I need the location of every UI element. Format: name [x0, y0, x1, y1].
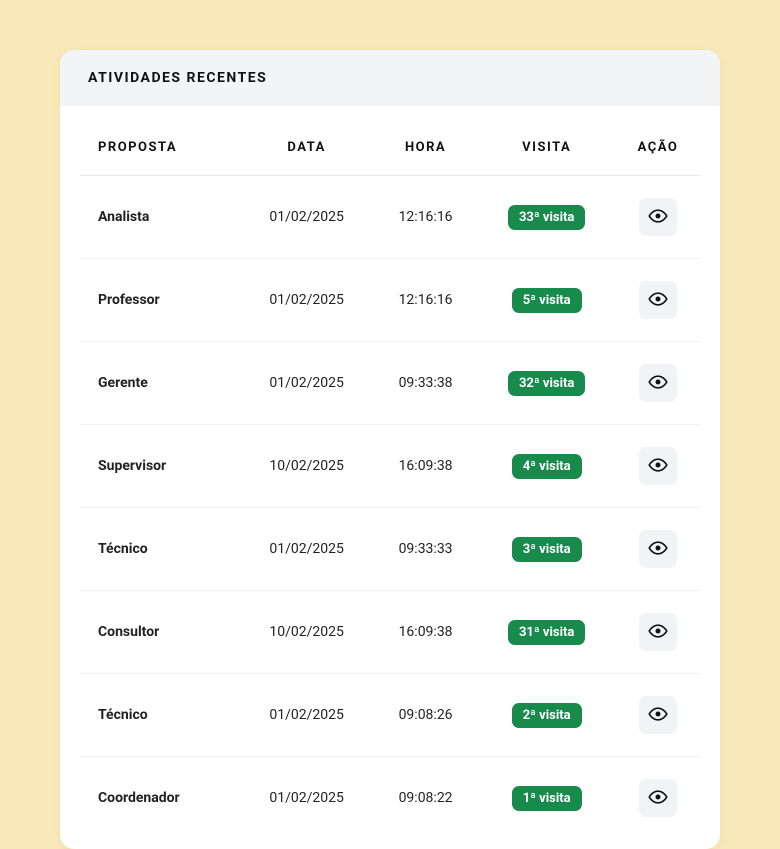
cell-acao	[616, 757, 700, 840]
visit-badge: 2ª visita	[512, 703, 582, 728]
col-acao: AÇÃO	[616, 116, 700, 176]
recent-activities-card: ATIVIDADES RECENTES PROPOSTA DATA HORA V…	[60, 50, 720, 849]
view-button[interactable]	[639, 447, 677, 485]
cell-hora: 09:08:22	[374, 757, 478, 840]
cell-acao	[616, 591, 700, 674]
view-button[interactable]	[639, 364, 677, 402]
cell-acao	[616, 425, 700, 508]
cell-visita: 5ª visita	[477, 259, 615, 342]
eye-icon	[648, 704, 668, 727]
col-proposta: PROPOSTA	[80, 116, 240, 176]
visit-badge: 5ª visita	[512, 288, 582, 313]
visit-badge: 33ª visita	[508, 205, 585, 230]
table-row: Técnico01/02/202509:33:33 3ª visita	[80, 508, 700, 591]
eye-icon	[648, 289, 668, 312]
view-button[interactable]	[639, 779, 677, 817]
visit-badge: 31ª visita	[508, 620, 585, 645]
table-header-row: PROPOSTA DATA HORA VISITA AÇÃO	[80, 116, 700, 176]
eye-icon	[648, 787, 668, 810]
cell-acao	[616, 259, 700, 342]
cell-hora: 09:08:26	[374, 674, 478, 757]
cell-visita: 31ª visita	[477, 591, 615, 674]
cell-hora: 16:09:38	[374, 425, 478, 508]
cell-visita: 32ª visita	[477, 342, 615, 425]
eye-icon	[648, 621, 668, 644]
card-header: ATIVIDADES RECENTES	[60, 50, 720, 106]
table-wrapper: PROPOSTA DATA HORA VISITA AÇÃO Analista0…	[60, 106, 720, 849]
cell-data: 01/02/2025	[240, 342, 374, 425]
cell-acao	[616, 508, 700, 591]
eye-icon	[648, 538, 668, 561]
cell-data: 10/02/2025	[240, 591, 374, 674]
cell-acao	[616, 342, 700, 425]
view-button[interactable]	[639, 281, 677, 319]
cell-hora: 12:16:16	[374, 176, 478, 259]
table-row: Técnico01/02/202509:08:26 2ª visita	[80, 674, 700, 757]
cell-data: 01/02/2025	[240, 259, 374, 342]
cell-data: 10/02/2025	[240, 425, 374, 508]
cell-proposta: Supervisor	[80, 425, 240, 508]
eye-icon	[648, 206, 668, 229]
cell-data: 01/02/2025	[240, 674, 374, 757]
col-data: DATA	[240, 116, 374, 176]
table-row: Supervisor10/02/202516:09:38 4ª visita	[80, 425, 700, 508]
cell-data: 01/02/2025	[240, 508, 374, 591]
table-row: Professor01/02/202512:16:16 5ª visita	[80, 259, 700, 342]
cell-hora: 12:16:16	[374, 259, 478, 342]
visit-badge: 1ª visita	[512, 786, 582, 811]
cell-visita: 2ª visita	[477, 674, 615, 757]
cell-data: 01/02/2025	[240, 757, 374, 840]
cell-acao	[616, 674, 700, 757]
activities-table: PROPOSTA DATA HORA VISITA AÇÃO Analista0…	[80, 116, 700, 839]
cell-visita: 1ª visita	[477, 757, 615, 840]
cell-proposta: Técnico	[80, 674, 240, 757]
eye-icon	[648, 455, 668, 478]
view-button[interactable]	[639, 696, 677, 734]
table-row: Coordenador01/02/202509:08:22 1ª visita	[80, 757, 700, 840]
visit-badge: 32ª visita	[508, 371, 585, 396]
view-button[interactable]	[639, 530, 677, 568]
visit-badge: 3ª visita	[512, 537, 582, 562]
view-button[interactable]	[639, 198, 677, 236]
eye-icon	[648, 372, 668, 395]
table-row: Consultor10/02/202516:09:38 31ª visita	[80, 591, 700, 674]
cell-proposta: Técnico	[80, 508, 240, 591]
cell-proposta: Coordenador	[80, 757, 240, 840]
cell-proposta: Professor	[80, 259, 240, 342]
cell-proposta: Analista	[80, 176, 240, 259]
col-visita: VISITA	[477, 116, 615, 176]
visit-badge: 4ª visita	[512, 454, 582, 479]
cell-proposta: Consultor	[80, 591, 240, 674]
view-button[interactable]	[639, 613, 677, 651]
cell-acao	[616, 176, 700, 259]
col-hora: HORA	[374, 116, 478, 176]
cell-visita: 33ª visita	[477, 176, 615, 259]
cell-hora: 16:09:38	[374, 591, 478, 674]
card-title: ATIVIDADES RECENTES	[88, 70, 692, 86]
cell-visita: 3ª visita	[477, 508, 615, 591]
cell-visita: 4ª visita	[477, 425, 615, 508]
table-row: Gerente01/02/202509:33:38 32ª visita	[80, 342, 700, 425]
cell-proposta: Gerente	[80, 342, 240, 425]
cell-data: 01/02/2025	[240, 176, 374, 259]
cell-hora: 09:33:33	[374, 508, 478, 591]
table-row: Analista01/02/202512:16:16 33ª visita	[80, 176, 700, 259]
cell-hora: 09:33:38	[374, 342, 478, 425]
